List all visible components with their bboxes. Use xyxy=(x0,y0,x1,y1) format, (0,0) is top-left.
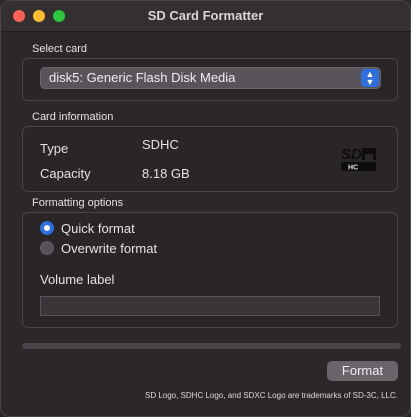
overwrite-format-radio[interactable] xyxy=(40,241,54,255)
volume-label-heading: Volume label xyxy=(40,272,115,287)
capacity-label: Capacity xyxy=(40,166,91,181)
format-progress-bar xyxy=(22,343,401,349)
type-label: Type xyxy=(40,141,69,156)
chevron-up-down-icon: ▲ ▼ xyxy=(361,69,379,87)
sdhc-logo-icon: SD HC xyxy=(341,146,376,172)
type-value: SDHC xyxy=(142,137,179,152)
volume-label-input[interactable] xyxy=(40,296,380,316)
quick-format-radio[interactable] xyxy=(40,221,54,235)
card-select-value: disk5: Generic Flash Disk Media xyxy=(49,70,236,85)
card-select-dropdown[interactable]: disk5: Generic Flash Disk Media ▲ ▼ xyxy=(40,67,381,89)
card-information-label: Card information xyxy=(32,111,114,123)
formatting-options-label: Formatting options xyxy=(32,197,124,209)
svg-text:SD: SD xyxy=(341,146,362,163)
window-title: SD Card Formatter xyxy=(147,8,264,23)
select-card-label: Select card xyxy=(32,43,88,55)
capacity-value: 8.18 GB xyxy=(142,166,190,181)
format-button[interactable]: Format xyxy=(327,361,398,381)
overwrite-format-label[interactable]: Overwrite format xyxy=(61,241,157,256)
title-bar: SD Card Formatter xyxy=(1,1,410,32)
sd-card-formatter-window: SD Card Formatter Select card disk5: Gen… xyxy=(0,0,411,417)
svg-text:HC: HC xyxy=(348,165,358,172)
quick-format-label[interactable]: Quick format xyxy=(61,221,135,236)
trademark-notice: SD Logo, SDHC Logo, and SDXC Logo are tr… xyxy=(144,391,398,400)
